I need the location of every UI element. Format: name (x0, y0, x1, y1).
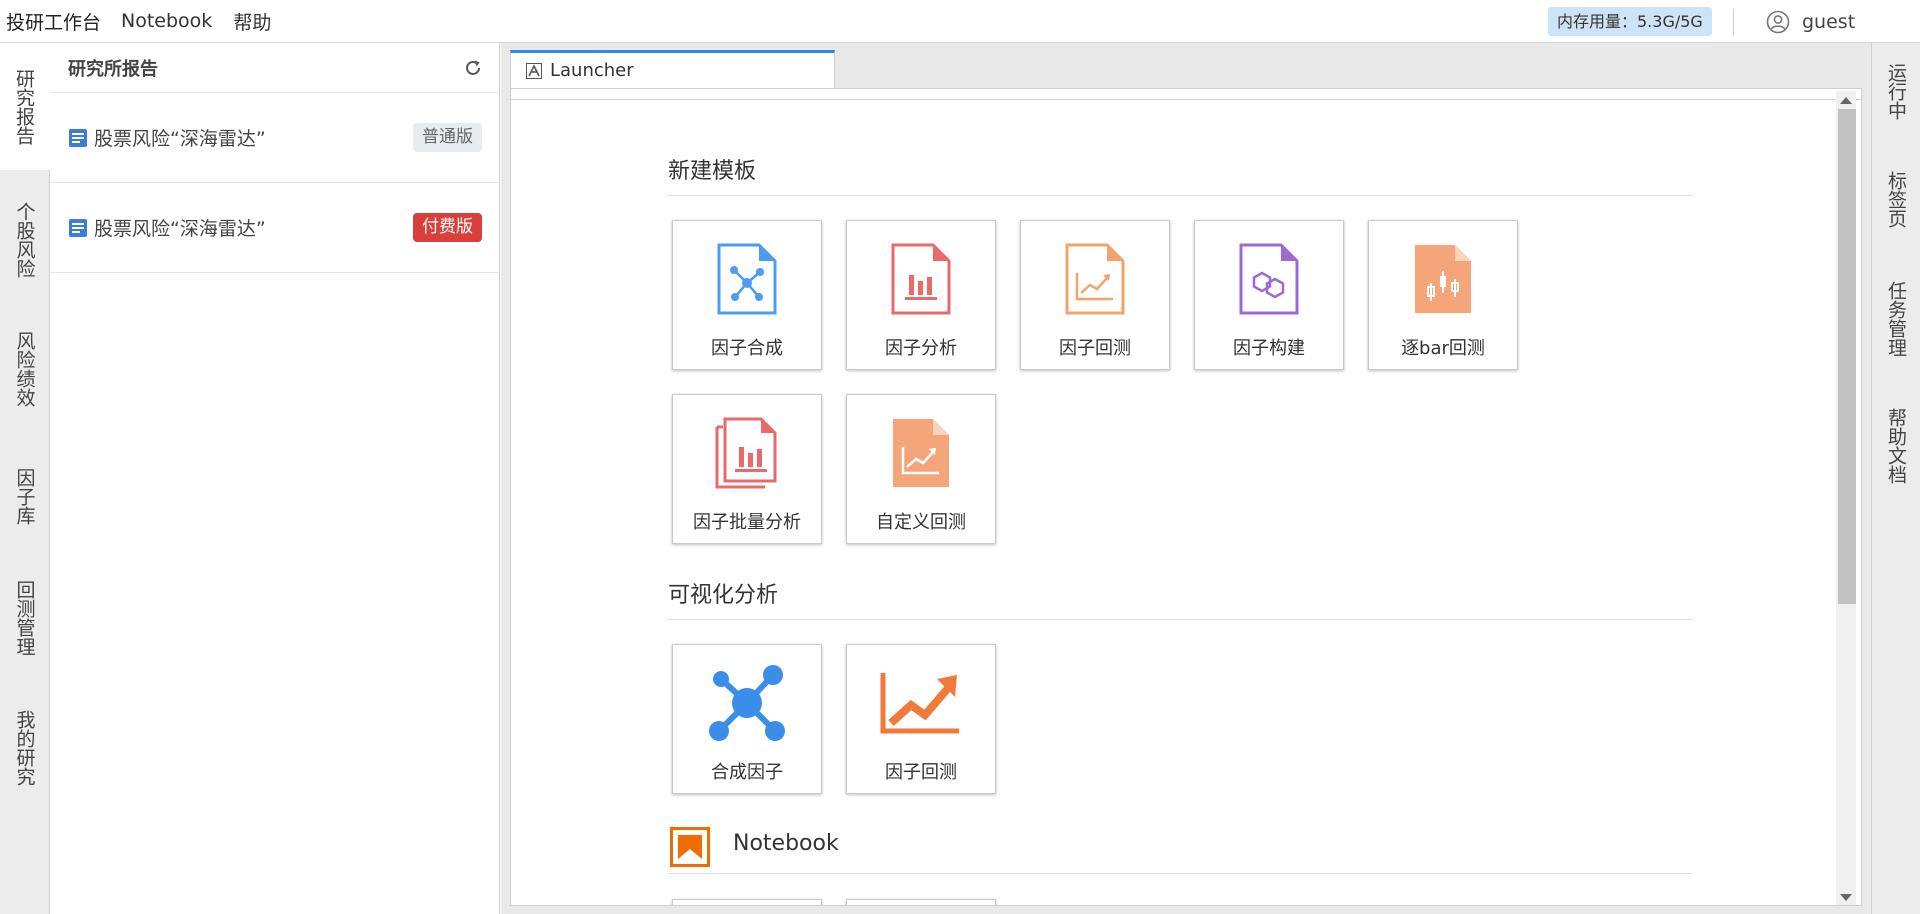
launcher-card-factor-analysis[interactable]: 因子分析 (846, 220, 996, 370)
sidebar-tab-label: 研究报告 (13, 68, 35, 145)
launcher-card-bar-backtest[interactable]: 逐bar回测 (1368, 220, 1518, 370)
launcher-card-notebook-partial[interactable] (672, 899, 822, 905)
sidebar-tab-factor-library[interactable]: 因子库 (0, 440, 50, 552)
menu-notebook[interactable]: Notebook (121, 10, 212, 32)
launcher-card-custom-backtest[interactable]: 自定义回测 (846, 394, 996, 544)
menubar-divider (1733, 9, 1734, 35)
factor-analysis-doc-icon (891, 243, 951, 314)
vertical-scrollbar[interactable] (1836, 91, 1856, 905)
sidebar-tab-label: 我的研究 (13, 710, 36, 786)
card-label: 因子回测 (1059, 338, 1131, 359)
sidebar-tab-my-research[interactable]: 我的研究 (0, 683, 50, 813)
menu-help[interactable]: 帮助 (233, 8, 271, 35)
launcher-card-compose-factor[interactable]: 合成因子 (672, 644, 822, 794)
launcher-content: 新建模板 因子合成 因子分析 因子回测 因子构建 逐bar回测 因子批量分析 自… (510, 88, 1862, 906)
report-badge-paid: 付费版 (413, 213, 482, 242)
app-title: 投研工作台 (6, 11, 102, 34)
report-badge-normal: 普通版 (413, 123, 482, 152)
notebook-bookmark-icon (670, 827, 710, 867)
right-tab-running[interactable]: 运行中 (1872, 63, 1920, 120)
left-sidebar-tabs: 研究报告 个股风险 风险绩效 因子库 回测管理 我的研究 (0, 43, 50, 914)
trend-up-chart-icon (880, 672, 959, 733)
right-sidebar-tabs: 运行中 标签页 任务管理 帮助文档 (1871, 43, 1920, 914)
launcher-card-factor-backtest-visual[interactable]: 因子回测 (846, 644, 996, 794)
sidebar-tab-backtest-management[interactable]: 回测管理 (0, 553, 50, 683)
factor-batch-analysis-doc-icon (715, 417, 777, 488)
card-label: 自定义回测 (876, 512, 966, 533)
network-nodes-icon (709, 664, 785, 741)
panel-title: 研究所报告 (68, 58, 158, 80)
right-tab-tabs[interactable]: 标签页 (1872, 171, 1920, 228)
launcher-card-factor-batch-analysis[interactable]: 因子批量分析 (672, 394, 822, 544)
sidebar-tab-label: 回测管理 (13, 580, 36, 656)
card-label: 因子批量分析 (693, 512, 801, 533)
username: guest (1802, 11, 1856, 33)
scroll-up-arrow-icon[interactable] (1840, 97, 1852, 104)
section-title-new-template: 新建模板 (668, 159, 757, 184)
right-tab-label: 帮助文档 (1885, 408, 1907, 484)
report-name: 股票风险“深海雷达” (94, 218, 266, 240)
research-reports-panel: 研究所报告 股票风险“深海雷达” 普通版 股票风险“深海雷达” 付费版 (50, 43, 500, 914)
refresh-icon[interactable] (463, 58, 483, 78)
section-divider (668, 619, 1692, 620)
card-label: 因子回测 (885, 762, 957, 783)
launcher-icon (526, 62, 542, 79)
document-icon (69, 218, 87, 237)
sidebar-tab-label: 风险绩效 (13, 331, 36, 407)
launcher-card-factor-build[interactable]: 因子构建 (1194, 220, 1344, 370)
content-top-divider (511, 99, 1861, 100)
scrollbar-thumb[interactable] (1838, 109, 1856, 604)
tab-launcher[interactable]: Launcher (510, 50, 835, 88)
section-divider (668, 195, 1692, 196)
report-item[interactable]: 股票风险“深海雷达” 普通版 (50, 93, 499, 183)
tab-label: Launcher (550, 60, 634, 81)
section-divider (668, 873, 1692, 874)
right-tab-label: 运行中 (1885, 63, 1907, 120)
document-icon (69, 128, 87, 147)
right-tab-help-docs[interactable]: 帮助文档 (1872, 408, 1920, 484)
factor-build-doc-icon (1239, 243, 1299, 314)
right-tab-task-management[interactable]: 任务管理 (1872, 281, 1920, 357)
card-label: 逐bar回测 (1401, 338, 1485, 359)
menubar: 投研工作台 Notebook 帮助 内存用量：5.3G/5G guest (0, 0, 1920, 43)
right-tab-label: 标签页 (1885, 171, 1907, 228)
panel-header: 研究所报告 (50, 43, 499, 93)
sidebar-tab-label: 个股风险 (13, 202, 36, 278)
custom-backtest-doc-icon (893, 418, 949, 487)
report-item[interactable]: 股票风险“深海雷达” 付费版 (50, 183, 499, 273)
bar-backtest-doc-icon (1415, 244, 1471, 313)
sidebar-tab-risk-performance[interactable]: 风险绩效 (0, 308, 50, 430)
sidebar-tab-label: 因子库 (13, 467, 36, 525)
card-label: 因子合成 (711, 338, 783, 359)
factor-backtest-doc-icon (1065, 243, 1125, 314)
section-title-visual-analysis: 可视化分析 (668, 583, 779, 608)
card-label: 因子构建 (1233, 338, 1305, 359)
launcher-card-notebook-partial[interactable] (846, 899, 996, 905)
user-menu[interactable]: guest (1766, 8, 1855, 36)
card-label: 因子分析 (885, 338, 957, 359)
sidebar-tab-stock-risk[interactable]: 个股风险 (0, 180, 50, 300)
launcher-card-factor-backtest[interactable]: 因子回测 (1020, 220, 1170, 370)
sidebar-tab-research-reports[interactable]: 研究报告 (0, 43, 50, 170)
memory-usage-badge: 内存用量：5.3G/5G (1548, 7, 1712, 36)
user-avatar-icon (1766, 10, 1790, 34)
card-label: 合成因子 (711, 762, 783, 783)
scroll-down-arrow-icon[interactable] (1840, 894, 1852, 901)
factor-compose-doc-icon (717, 243, 777, 314)
report-name: 股票风险“深海雷达” (94, 128, 266, 150)
section-title-notebook: Notebook (733, 831, 839, 856)
right-tab-label: 任务管理 (1885, 281, 1907, 357)
launcher-card-factor-compose[interactable]: 因子合成 (672, 220, 822, 370)
